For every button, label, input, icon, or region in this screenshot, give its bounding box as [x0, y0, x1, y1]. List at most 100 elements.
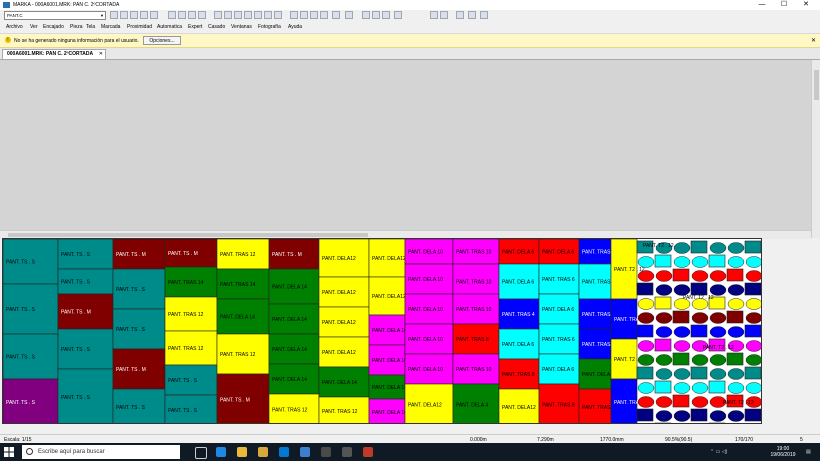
edge-icon[interactable]: [216, 447, 226, 457]
pattern-piece[interactable]: PANT. DELA12: [318, 239, 370, 278]
pattern-piece[interactable]: PANT. DELA 10: [404, 323, 454, 355]
pattern-piece[interactable]: PANT. TS . S: [112, 388, 166, 424]
toolbar-tool-icon[interactable]: [264, 11, 272, 19]
vertical-scrollbar[interactable]: [811, 60, 820, 238]
pattern-piece[interactable]: [654, 254, 672, 268]
pattern-piece[interactable]: PANT. DELA 14: [216, 298, 270, 335]
pattern-piece[interactable]: PANT. DELA12: [498, 388, 540, 424]
pattern-piece[interactable]: PANT. TS . S: [3, 239, 59, 285]
pattern-piece[interactable]: PANT. TRAS 14: [216, 268, 270, 300]
pocket-piece[interactable]: [637, 382, 655, 394]
pocket-piece[interactable]: [655, 410, 673, 422]
pocket-piece[interactable]: [673, 368, 691, 380]
pocket-piece[interactable]: [709, 312, 727, 324]
pattern-piece[interactable]: PANT. TS . S: [57, 328, 114, 370]
pattern-piece[interactable]: [654, 296, 672, 310]
pattern-piece[interactable]: PANT. TRAS 10: [452, 239, 500, 265]
toolbar-tool-icon[interactable]: [140, 11, 148, 19]
toolbar-tool-icon[interactable]: [300, 11, 308, 19]
pattern-piece[interactable]: PANT. TS . M: [57, 293, 114, 330]
pocket-piece[interactable]: [691, 382, 709, 394]
toolbar-tool-icon[interactable]: [224, 11, 232, 19]
pocket-piece[interactable]: [673, 340, 691, 352]
pattern-piece[interactable]: PANT. TS . M: [164, 239, 218, 268]
close-icon[interactable]: ✕: [811, 37, 816, 44]
toolbar-tool-icon[interactable]: [468, 11, 476, 19]
menu-fotografia[interactable]: Fotografía: [258, 24, 281, 30]
pocket-piece[interactable]: [655, 270, 673, 282]
pocket-piece[interactable]: [745, 354, 762, 366]
pattern-piece[interactable]: PANT. DELA 10: [404, 239, 454, 265]
pattern-piece[interactable]: PANT. TRAS 12: [318, 396, 370, 424]
pattern-piece[interactable]: PANT. DELA 14: [268, 268, 320, 305]
pattern-piece[interactable]: PANT. TRAS 10: [452, 353, 500, 385]
pattern-piece[interactable]: PANT. DELA12: [368, 276, 406, 316]
pattern-piece[interactable]: PANT. TRAS 4: [578, 239, 615, 265]
pocket-piece[interactable]: [709, 410, 727, 422]
pattern-piece[interactable]: PANT. DELA 6: [498, 239, 540, 265]
toolbar-tool-icon[interactable]: [254, 11, 262, 19]
pattern-piece[interactable]: [690, 282, 708, 296]
pocket-piece[interactable]: [673, 284, 691, 296]
pocket-piece[interactable]: [745, 298, 762, 310]
marka-app-icon[interactable]: [363, 447, 373, 457]
pattern-piece[interactable]: PANT. DELA 6: [498, 263, 540, 300]
pattern-piece[interactable]: [726, 352, 744, 366]
pattern-piece[interactable]: PANT. TS . S: [164, 394, 218, 424]
pattern-piece[interactable]: [636, 408, 654, 422]
marker-layout[interactable]: PANT. TS . S PANT. TS . S PANT. TS . S PANT…: [2, 238, 762, 424]
toolbar-tool-icon[interactable]: [372, 11, 380, 19]
pattern-piece[interactable]: [726, 310, 744, 324]
pattern-piece[interactable]: PANT. TS . S: [3, 333, 59, 380]
pocket-piece[interactable]: [727, 326, 745, 338]
pocket-piece[interactable]: [655, 368, 673, 380]
pattern-piece[interactable]: [672, 268, 690, 282]
toolbar-tool-icon[interactable]: [310, 11, 318, 19]
pocket-piece[interactable]: [673, 326, 691, 338]
pattern-piece[interactable]: PANT. DELA 10: [404, 353, 454, 385]
pocket-piece[interactable]: [637, 256, 655, 268]
pattern-piece[interactable]: [672, 352, 690, 366]
menu-tela[interactable]: Tela: [86, 24, 95, 30]
pattern-piece[interactable]: PANT. TRAS 4: [498, 298, 540, 330]
toolbar-tool-icon[interactable]: [480, 11, 488, 19]
toolbar-tool-icon[interactable]: [345, 11, 353, 19]
pocket-piece[interactable]: [727, 382, 745, 394]
pocket-piece[interactable]: [637, 354, 655, 366]
menu-archivo[interactable]: Archivo: [6, 24, 23, 30]
toolbar-tool-icon[interactable]: [274, 11, 282, 19]
pattern-piece[interactable]: PANT. DELA 10: [368, 314, 407, 346]
pocket-piece[interactable]: [637, 312, 655, 324]
pattern-piece[interactable]: [636, 282, 654, 296]
pocket-piece[interactable]: [637, 270, 655, 282]
toolbar-tool-icon[interactable]: [394, 11, 402, 19]
minimize-button[interactable]: —: [752, 0, 772, 10]
pattern-piece[interactable]: PANT. TRAS 6: [578, 263, 615, 300]
pattern-piece[interactable]: PANT. TS . S: [112, 308, 166, 350]
pocket-piece[interactable]: [745, 312, 762, 324]
pattern-piece[interactable]: PANT. TS . M: [112, 348, 166, 390]
maximize-button[interactable]: ☐: [774, 0, 794, 10]
menu-automatica[interactable]: Automatica: [157, 24, 182, 30]
chevron-down-icon[interactable]: ▼: [100, 12, 104, 19]
pattern-piece[interactable]: PANT. DELA 14: [318, 366, 370, 398]
file-explorer-icon[interactable]: [258, 447, 268, 457]
pocket-piece[interactable]: [691, 270, 709, 282]
pocket-piece[interactable]: [709, 242, 727, 254]
pattern-piece[interactable]: PANT. TRAS 4: [578, 328, 615, 360]
windows-start-icon[interactable]: [4, 447, 14, 457]
toolbar-tool-icon[interactable]: [168, 11, 176, 19]
pocket-piece[interactable]: [673, 242, 691, 254]
pattern-piece[interactable]: [690, 324, 708, 338]
pocket-piece[interactable]: [655, 354, 673, 366]
pocket-piece[interactable]: [745, 382, 762, 394]
pattern-piece[interactable]: [744, 282, 761, 296]
store-icon[interactable]: [279, 447, 289, 457]
pattern-piece[interactable]: PANT. DELA 6: [498, 328, 540, 360]
menu-ayuda[interactable]: Ayuda: [288, 24, 302, 30]
taskbar-clock[interactable]: 19:00 19/06/2019: [768, 446, 798, 458]
pattern-piece[interactable]: [672, 310, 690, 324]
pattern-piece[interactable]: PANT. TS . M: [112, 239, 166, 270]
toolbar-tool-icon[interactable]: [214, 11, 222, 19]
toolbar-tool-icon[interactable]: [120, 11, 128, 19]
